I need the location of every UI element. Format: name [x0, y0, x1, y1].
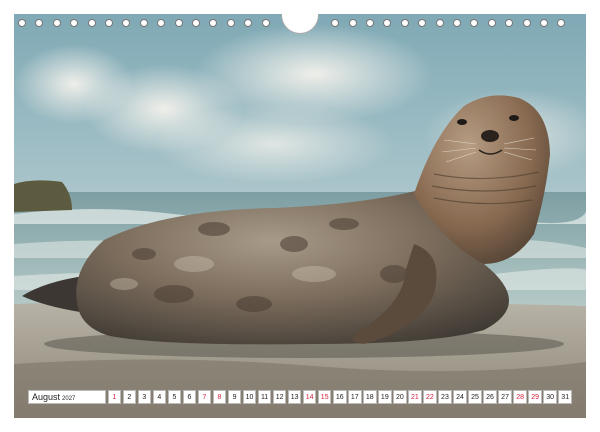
calendar-day: 9 [227, 390, 242, 404]
binding-ring [209, 19, 218, 27]
binding-ring [87, 19, 96, 27]
calendar-day: 19 [378, 390, 392, 404]
calendar-day: 24 [453, 390, 467, 404]
calendar-day: 30 [543, 390, 557, 404]
binding-ring [418, 19, 427, 27]
binding-ring [261, 19, 270, 27]
calendar-day: 29 [528, 390, 542, 404]
calendar-day: 8 [212, 390, 227, 404]
binding-ring [122, 19, 131, 27]
calendar-day: 4 [152, 390, 167, 404]
binding-ring [35, 19, 44, 27]
calendar-day: 20 [393, 390, 407, 404]
binding-ring [331, 19, 340, 27]
binding-ring [226, 19, 235, 27]
calendar-day: 15 [317, 390, 332, 404]
seal-photo [14, 14, 586, 418]
year-label: 2027 [62, 396, 76, 402]
calendar-day: 3 [137, 390, 152, 404]
calendar-strip: August 2027 1 2 3 4 5 6 7 8 9 10 11 12 13 14 15 16 17 18 19… [28, 390, 572, 404]
calendar-day: 5 [167, 390, 182, 404]
calendar-day: 1 [107, 390, 122, 404]
binding-ring [139, 19, 148, 27]
calendar-day: 17 [348, 390, 362, 404]
binding-ring [557, 19, 566, 27]
binding-ring [540, 19, 548, 27]
binding-ring [192, 19, 200, 27]
calendar-day: 21 [408, 390, 422, 404]
calendar-day: 25 [468, 390, 482, 404]
binding-ring [487, 19, 496, 27]
calendar-day: 28 [513, 390, 527, 404]
calendar-day: 22 [423, 390, 437, 404]
calendar-day: 14 [302, 390, 317, 404]
calendar-day: 27 [498, 390, 512, 404]
binding-ring [105, 19, 113, 27]
binding-ring [157, 19, 166, 27]
binding-ring [70, 19, 79, 27]
binding-ring [52, 19, 61, 27]
calendar-day: 23 [438, 390, 452, 404]
binding-ring [18, 19, 26, 27]
month-label: August 2027 [28, 390, 106, 404]
calendar-day: 26 [483, 390, 497, 404]
binding-ring [470, 19, 479, 27]
month-name: August [32, 392, 61, 402]
calendar-day: 7 [197, 390, 212, 404]
binding-ring [174, 19, 183, 27]
calendar-day: 2 [122, 390, 137, 404]
calendar-day: 13 [287, 390, 302, 404]
binding-ring [244, 19, 253, 27]
binding-ring [400, 19, 409, 27]
calendar-day: 12 [272, 390, 287, 404]
calendar-day: 10 [242, 390, 257, 404]
calendar-day: 31 [558, 390, 572, 404]
calendar-day: 18 [363, 390, 377, 404]
calendar-day: 6 [182, 390, 197, 404]
binding-ring [505, 19, 514, 27]
spiral-binding [14, 17, 586, 31]
binding-ring [435, 19, 444, 27]
binding-ring [383, 19, 392, 27]
calendar-day: 11 [257, 390, 272, 404]
binding-ring [366, 19, 374, 27]
binding-ring [453, 19, 461, 27]
binding-ring [348, 19, 357, 27]
binding-ring [522, 19, 531, 27]
calendar-day: 16 [332, 390, 347, 404]
